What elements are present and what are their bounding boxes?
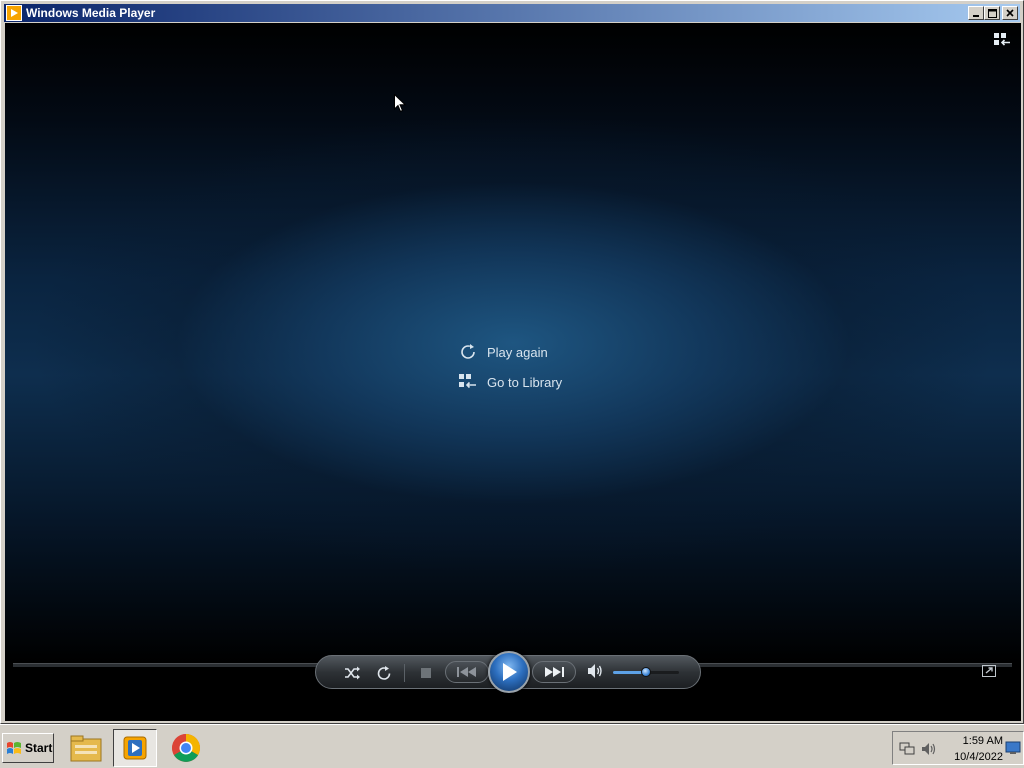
library-icon xyxy=(459,374,476,389)
system-tray: 1:59 AM 10/4/2022 xyxy=(892,731,1024,765)
play-icon xyxy=(503,663,517,681)
clock-date: 10/4/2022 xyxy=(954,751,1003,763)
close-button[interactable] xyxy=(1002,6,1018,20)
end-of-playback-menu: Play again Go to Library xyxy=(459,343,562,391)
network-icon[interactable] xyxy=(899,741,915,762)
window-controls xyxy=(968,6,1018,20)
clock[interactable]: 1:59 AM 10/4/2022 xyxy=(941,733,1003,765)
speaker-icon[interactable] xyxy=(921,741,937,762)
taskbar: Start 1:59 AM 10/4/2022 xyxy=(0,724,1024,768)
mute-button[interactable] xyxy=(586,662,604,680)
switch-to-library-icon[interactable] xyxy=(993,31,1011,49)
start-button[interactable]: Start xyxy=(2,733,54,763)
play-again-label: Play again xyxy=(487,344,548,360)
chrome-icon xyxy=(172,734,200,762)
switch-to-now-playing-icon[interactable] xyxy=(982,664,996,677)
start-label: Start xyxy=(25,741,53,755)
transport-divider xyxy=(404,664,405,682)
window-title: Windows Media Player xyxy=(26,6,156,20)
previous-icon xyxy=(457,667,476,677)
volume-icon xyxy=(588,664,602,678)
volume-slider-thumb[interactable] xyxy=(641,667,651,677)
next-button[interactable] xyxy=(532,661,576,683)
go-to-library-label: Go to Library xyxy=(487,374,563,390)
stop-icon[interactable] xyxy=(416,663,436,683)
video-area[interactable]: Play again Go to Library xyxy=(5,23,1021,721)
minimize-button[interactable] xyxy=(968,6,984,20)
volume-slider[interactable] xyxy=(613,667,679,677)
taskbar-chrome[interactable] xyxy=(164,729,208,767)
repeat-icon[interactable] xyxy=(374,663,394,683)
file-explorer-icon xyxy=(70,735,102,762)
windows-logo-icon xyxy=(7,742,21,754)
media-player-app-icon xyxy=(6,5,22,21)
media-player-window: Windows Media Player Play again Go to Li… xyxy=(0,0,1024,724)
play-button[interactable] xyxy=(488,651,530,693)
next-icon xyxy=(545,667,564,677)
clock-time: 1:59 AM xyxy=(962,735,1003,747)
windows-media-player-icon xyxy=(123,736,147,760)
previous-button[interactable] xyxy=(445,661,489,683)
replay-icon xyxy=(461,344,475,359)
show-desktop-icon[interactable] xyxy=(1005,741,1021,760)
go-to-library-link[interactable]: Go to Library xyxy=(459,373,562,391)
play-again-link[interactable]: Play again xyxy=(459,343,562,361)
taskbar-windows-media-player[interactable] xyxy=(113,729,157,767)
shuffle-icon[interactable] xyxy=(342,663,362,683)
title-bar[interactable]: Windows Media Player xyxy=(4,4,1020,22)
mouse-pointer-icon xyxy=(394,93,407,118)
maximize-button[interactable] xyxy=(984,6,1000,20)
taskbar-file-explorer[interactable] xyxy=(64,729,108,767)
